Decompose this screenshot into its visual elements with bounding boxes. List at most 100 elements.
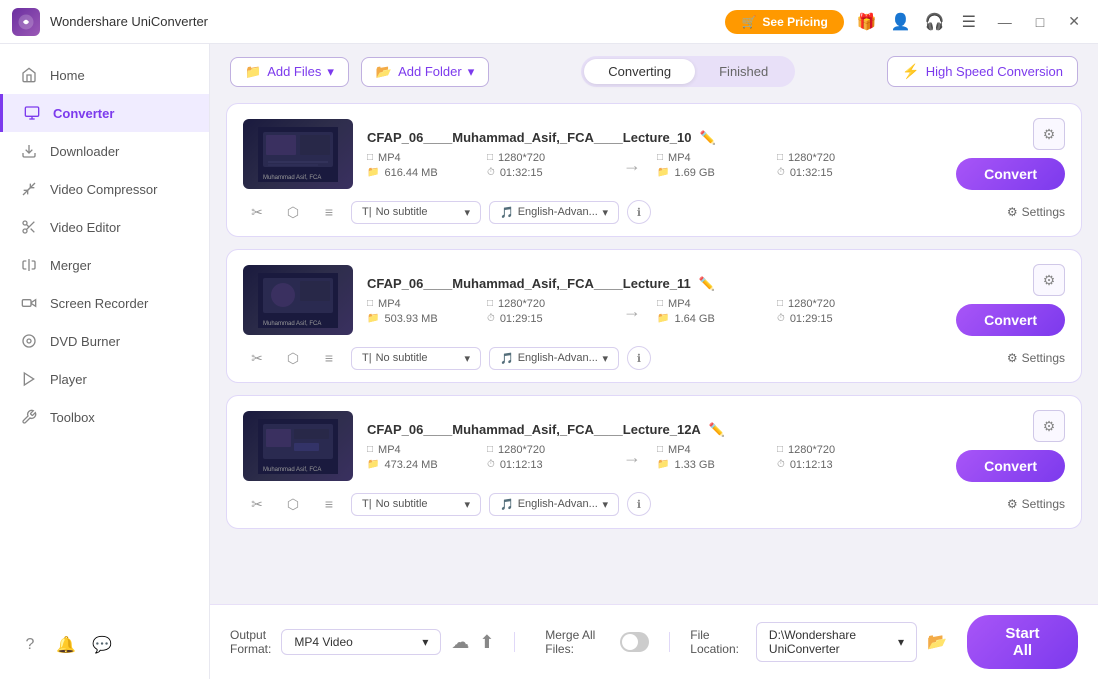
cut-icon-2[interactable]: ✂ xyxy=(243,344,271,372)
upload-icon[interactable]: ⬆ xyxy=(479,632,494,653)
add-folder-button[interactable]: 📂 Add Folder ▾ xyxy=(361,57,489,87)
sidebar-item-home[interactable]: Home xyxy=(0,56,209,94)
file-thumb-2: Muhammad Asif, FCA xyxy=(243,265,353,335)
sidebar-item-video-editor[interactable]: Video Editor xyxy=(0,208,209,246)
high-speed-button[interactable]: ⚡ High Speed Conversion xyxy=(887,56,1078,87)
src-res-2: □ 1280*720 ⏱ 01:29:15 xyxy=(487,298,607,325)
thumb-content-3: Muhammad Asif, FCA xyxy=(243,411,353,481)
thumb-content-1: Muhammad Asif, FCA xyxy=(243,119,353,189)
see-pricing-button[interactable]: 🛒 See Pricing xyxy=(725,10,843,34)
cart-icon: 🛒 xyxy=(741,15,756,29)
info-btn-1[interactable]: ℹ xyxy=(627,200,651,224)
settings-text-btn-2[interactable]: ⚙ Settings xyxy=(1007,351,1065,365)
bottom-bar: Output Format: MP4 Video ▾ ☁ ⬆ Merge All… xyxy=(210,604,1098,679)
info-btn-3[interactable]: ℹ xyxy=(627,492,651,516)
notification-icon[interactable]: 🔔 xyxy=(56,635,76,655)
settings-gear-3[interactable]: ⚙ xyxy=(1033,410,1065,442)
src-format-1: □ MP4 xyxy=(367,152,487,164)
settings-text-btn-1[interactable]: ⚙ Settings xyxy=(1007,205,1065,219)
audio-select-1[interactable]: 🎵 English-Advan... ▾ xyxy=(489,201,619,224)
add-files-button[interactable]: 📁 Add Files ▾ xyxy=(230,57,349,87)
file-card-3-bottom: ✂ ⬡ ≡ T| No subtitle ▾ 🎵 English-Advan..… xyxy=(243,490,1065,518)
sidebar-item-screen-recorder[interactable]: Screen Recorder xyxy=(0,284,209,322)
dst-format-2: □ MP4 xyxy=(657,298,777,310)
divider-1 xyxy=(514,632,515,652)
dst-duration-1: ⏱ 01:32:15 xyxy=(777,167,897,179)
home-icon xyxy=(20,66,38,84)
arrow-col-1: → xyxy=(607,155,657,176)
user-icon[interactable]: 👤 xyxy=(890,11,912,33)
edit-name-icon-3[interactable]: ✏️ xyxy=(709,422,725,438)
merge-label: Merge All Files: xyxy=(545,628,611,656)
convert-button-2[interactable]: Convert xyxy=(956,304,1065,336)
edit-name-icon-2[interactable]: ✏️ xyxy=(699,276,715,292)
merge-toggle[interactable] xyxy=(620,632,650,652)
cloud-icon[interactable]: ☁ xyxy=(451,632,469,653)
maximize-button[interactable]: □ xyxy=(1030,12,1050,32)
dst-screen-icon: □ xyxy=(777,152,783,163)
tab-finished[interactable]: Finished xyxy=(695,59,792,84)
sidebar-item-downloader[interactable]: Downloader xyxy=(0,132,209,170)
file-info-2: CFAP_06____Muhammad_Asif,_FCA____Lecture… xyxy=(367,276,942,325)
start-all-button[interactable]: Start All xyxy=(967,615,1078,669)
sidebar-item-toolbox[interactable]: Toolbox xyxy=(0,398,209,436)
menu-icon[interactable]: ☰ xyxy=(958,11,980,33)
player-icon xyxy=(20,370,38,388)
dst-res-1: □ 1280*720 ⏱ 01:32:15 xyxy=(777,152,897,179)
close-button[interactable]: ✕ xyxy=(1062,11,1086,32)
crop-icon-3[interactable]: ⬡ xyxy=(279,490,307,518)
settings-gear-1[interactable]: ⚙ xyxy=(1033,118,1065,150)
src-res-1: □ 1280*720 ⏱ 01:32:15 xyxy=(487,152,607,179)
settings-gear-2[interactable]: ⚙ xyxy=(1033,264,1065,296)
effects-icon-3[interactable]: ≡ xyxy=(315,490,343,518)
settings-text-btn-3[interactable]: ⚙ Settings xyxy=(1007,497,1065,511)
dst-meta-2: □ MP4 📁 1.64 GB xyxy=(657,298,777,325)
cut-icon-3[interactable]: ✂ xyxy=(243,490,271,518)
feedback-icon[interactable]: 💬 xyxy=(92,635,112,655)
convert-button-3[interactable]: Convert xyxy=(956,450,1065,482)
sidebar-item-merger[interactable]: Merger xyxy=(0,246,209,284)
scissors-icon xyxy=(20,218,38,236)
audio-select-2[interactable]: 🎵 English-Advan... ▾ xyxy=(489,347,619,370)
output-format-select[interactable]: MP4 Video ▾ xyxy=(281,629,441,655)
file-card-2-bottom: ✂ ⬡ ≡ T| No subtitle ▾ 🎵 English-Advan..… xyxy=(243,344,1065,372)
cut-icon-1[interactable]: ✂ xyxy=(243,198,271,226)
settings-icon-3: ⚙ xyxy=(1007,497,1018,511)
sidebar-item-player[interactable]: Player xyxy=(0,360,209,398)
src-size-2: 📁 503.93 MB xyxy=(367,313,487,325)
file-card-3: Muhammad Asif, FCA CFAP_06____Muhammad_A… xyxy=(226,395,1082,529)
svg-text:Muhammad Asif, FCA: Muhammad Asif, FCA xyxy=(263,321,321,327)
gift-icon[interactable]: 🎁 xyxy=(856,11,878,33)
subtitle-select-3[interactable]: T| No subtitle ▾ xyxy=(351,493,481,516)
convert-col-2: ⚙ Convert xyxy=(956,264,1065,336)
crop-icon-1[interactable]: ⬡ xyxy=(279,198,307,226)
file-location-select[interactable]: D:\Wondershare UniConverter ▾ xyxy=(756,622,917,662)
edit-name-icon-1[interactable]: ✏️ xyxy=(699,130,715,146)
info-btn-2[interactable]: ℹ xyxy=(627,346,651,370)
effects-icon-1[interactable]: ≡ xyxy=(315,198,343,226)
dst-resolution-1: □ 1280*720 xyxy=(777,152,897,164)
folder-browse-icon[interactable]: 📂 xyxy=(927,632,947,652)
sidebar-item-merger-label: Merger xyxy=(50,258,91,273)
dst-resolution-2: □ 1280*720 xyxy=(777,298,897,310)
tab-converting[interactable]: Converting xyxy=(584,59,695,84)
chevron-down-icon: ▾ xyxy=(327,64,334,80)
file-location-label: File Location: xyxy=(690,628,746,656)
help-icon[interactable]: ? xyxy=(20,635,40,655)
main-layout: Home Converter Downloader Video Compress… xyxy=(0,44,1098,679)
sidebar-item-dvd-burner[interactable]: DVD Burner xyxy=(0,322,209,360)
crop-icon-2[interactable]: ⬡ xyxy=(279,344,307,372)
sidebar-item-converter[interactable]: Converter xyxy=(0,94,209,132)
sidebar-item-video-compressor[interactable]: Video Compressor xyxy=(0,170,209,208)
src-meta-1: □ MP4 📁 616.44 MB xyxy=(367,152,487,179)
audio-select-3[interactable]: 🎵 English-Advan... ▾ xyxy=(489,493,619,516)
subtitle-select-2[interactable]: T| No subtitle ▾ xyxy=(351,347,481,370)
file-card-2: Muhammad Asif, FCA CFAP_06____Muhammad_A… xyxy=(226,249,1082,383)
minimize-button[interactable]: — xyxy=(992,12,1018,32)
file-thumb-1: Muhammad Asif, FCA xyxy=(243,119,353,189)
subtitle-select-1[interactable]: T| No subtitle ▾ xyxy=(351,201,481,224)
effects-icon-2[interactable]: ≡ xyxy=(315,344,343,372)
headset-icon[interactable]: 🎧 xyxy=(924,11,946,33)
convert-button-1[interactable]: Convert xyxy=(956,158,1065,190)
src-format-3: □ MP4 xyxy=(367,444,487,456)
